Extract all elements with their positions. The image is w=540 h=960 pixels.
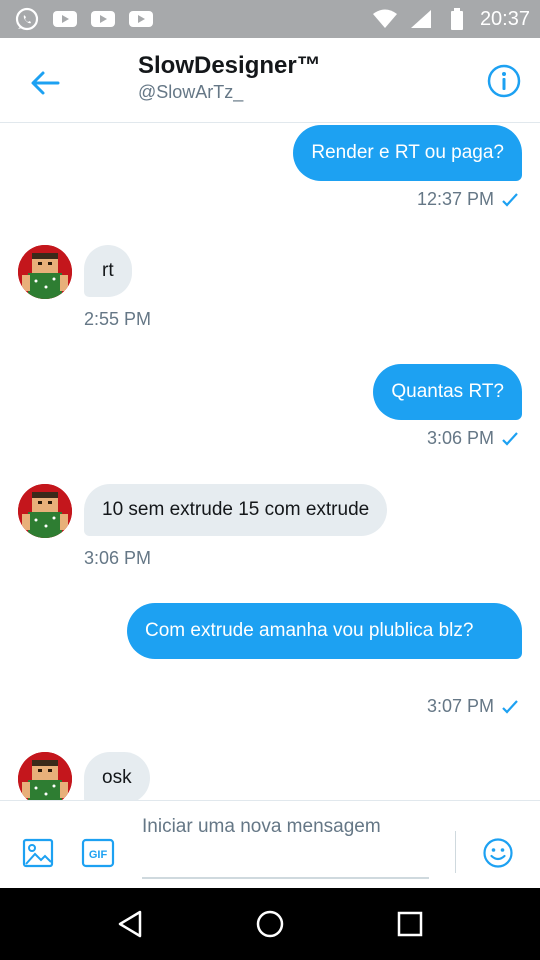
info-icon — [487, 64, 521, 98]
user-handle: @SlowArTz_ — [138, 82, 244, 102]
message-bubble-sent[interactable]: Com extrude amanha vou plublica blz? — [127, 603, 522, 659]
emoji-icon — [483, 838, 513, 868]
message-text: Com extrude amanha vou plublica blz? — [145, 620, 474, 641]
arrow-left-icon — [31, 71, 60, 95]
message-bubble-sent[interactable]: Quantas RT? — [373, 364, 522, 420]
conversation-header: SlowDesigner™ @SlowArTz_ — [0, 38, 540, 123]
back-button[interactable] — [28, 66, 62, 100]
message-input[interactable] — [142, 813, 429, 879]
timestamp-text: 12:37 PM — [416, 189, 494, 209]
message-text: Quantas RT? — [391, 381, 504, 402]
nav-back-button[interactable] — [110, 904, 150, 944]
wifi-icon — [372, 8, 398, 30]
avatar[interactable] — [18, 484, 72, 538]
message-bubble-received[interactable]: rt — [84, 245, 132, 297]
youtube-icon — [52, 8, 78, 30]
message-timestamp: 3:06 PM — [427, 428, 518, 449]
message-timestamp: 3:07 PM — [427, 696, 518, 717]
status-bar: 20:37 — [0, 0, 540, 38]
message-text: 10 sem extrude 15 com extrude — [102, 499, 370, 520]
navigation-bar — [0, 888, 540, 960]
participant-info[interactable]: SlowDesigner™ @SlowArTz_ — [138, 52, 321, 103]
message-bubble-sent[interactable]: Render e RT ou paga? — [293, 125, 522, 181]
message-timestamp: 2:55 PM — [84, 309, 151, 330]
home-circle-icon — [256, 910, 284, 938]
divider — [455, 831, 456, 873]
message-text: Render e RT ou paga? — [311, 142, 504, 163]
youtube-icon — [90, 8, 116, 30]
nav-recents-button[interactable] — [390, 904, 430, 944]
back-triangle-icon — [118, 910, 142, 938]
image-icon — [22, 838, 54, 868]
gif-button[interactable]: GIF — [81, 836, 115, 870]
message-timestamp: 3:06 PM — [84, 548, 151, 569]
timestamp-text: 3:06 PM — [84, 548, 152, 568]
youtube-icon — [128, 8, 154, 30]
timestamp-text: 3:07 PM — [426, 696, 494, 716]
message-text: osk — [102, 767, 132, 788]
compose-bar: GIF — [0, 800, 540, 888]
whatsapp-icon — [14, 7, 40, 31]
image-button[interactable] — [21, 836, 55, 870]
message-bubble-received[interactable]: 10 sem extrude 15 com extrude — [84, 484, 388, 536]
clock: 20:37 — [479, 7, 530, 30]
checkmark-icon — [502, 192, 518, 207]
display-name: SlowDesigner™ — [138, 52, 321, 79]
message-list[interactable]: Render e RT ou paga? 12:37 PM rt 2:55 PM… — [0, 123, 540, 800]
nav-home-button[interactable] — [250, 904, 290, 944]
message-text: rt — [102, 260, 114, 281]
gif-icon: GIF — [81, 838, 115, 868]
timestamp-text: 2:55 PM — [84, 309, 152, 329]
timestamp-text: 3:06 PM — [426, 428, 494, 448]
checkmark-icon — [502, 431, 518, 446]
message-bubble-received[interactable]: osk — [84, 752, 150, 800]
battery-icon — [444, 8, 470, 30]
checkmark-icon — [502, 699, 518, 714]
gif-label: GIF — [89, 849, 108, 861]
message-timestamp: 12:37 PM — [417, 189, 518, 210]
emoji-button[interactable] — [481, 836, 515, 870]
notification-icons — [14, 7, 154, 31]
signal-icon — [408, 8, 434, 30]
avatar[interactable] — [18, 752, 72, 800]
avatar[interactable] — [18, 245, 72, 299]
recents-square-icon — [397, 911, 423, 937]
system-indicators: 20:37 — [372, 8, 530, 31]
info-button[interactable] — [486, 63, 522, 99]
